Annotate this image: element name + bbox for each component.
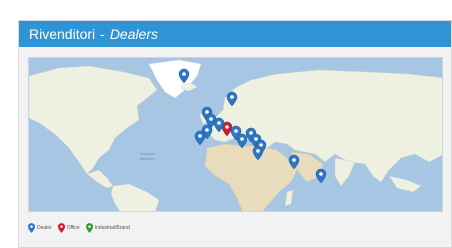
ocean-label-2: Atlantico	[139, 156, 155, 161]
world-map-canvas[interactable]: Oceano Atlantico	[29, 58, 443, 212]
legend-item-industrial: Industrial/Brand	[85, 223, 130, 233]
header-title: Rivenditori	[29, 26, 96, 42]
map-pin-icon	[57, 223, 65, 233]
dealers-widget: Rivenditori - Dealers Oceano Atlantico D…	[18, 20, 452, 248]
world-map[interactable]: Oceano Atlantico	[28, 57, 443, 212]
legend-label-dealer: Dealer	[37, 225, 52, 231]
legend-item-office: Office	[57, 223, 80, 233]
header-separator: -	[100, 26, 105, 42]
widget-header: Rivenditori - Dealers	[19, 21, 451, 47]
legend-label-industrial: Industrial/Brand	[94, 225, 130, 231]
header-subtitle: Dealers	[109, 26, 159, 42]
legend-item-dealer: Dealer	[28, 223, 52, 233]
map-pin-icon	[28, 223, 35, 233]
legend-label-office: Office	[66, 225, 80, 231]
map-legend: Dealer Office Industrial/Brand	[28, 219, 130, 237]
map-pin-icon	[85, 223, 93, 233]
